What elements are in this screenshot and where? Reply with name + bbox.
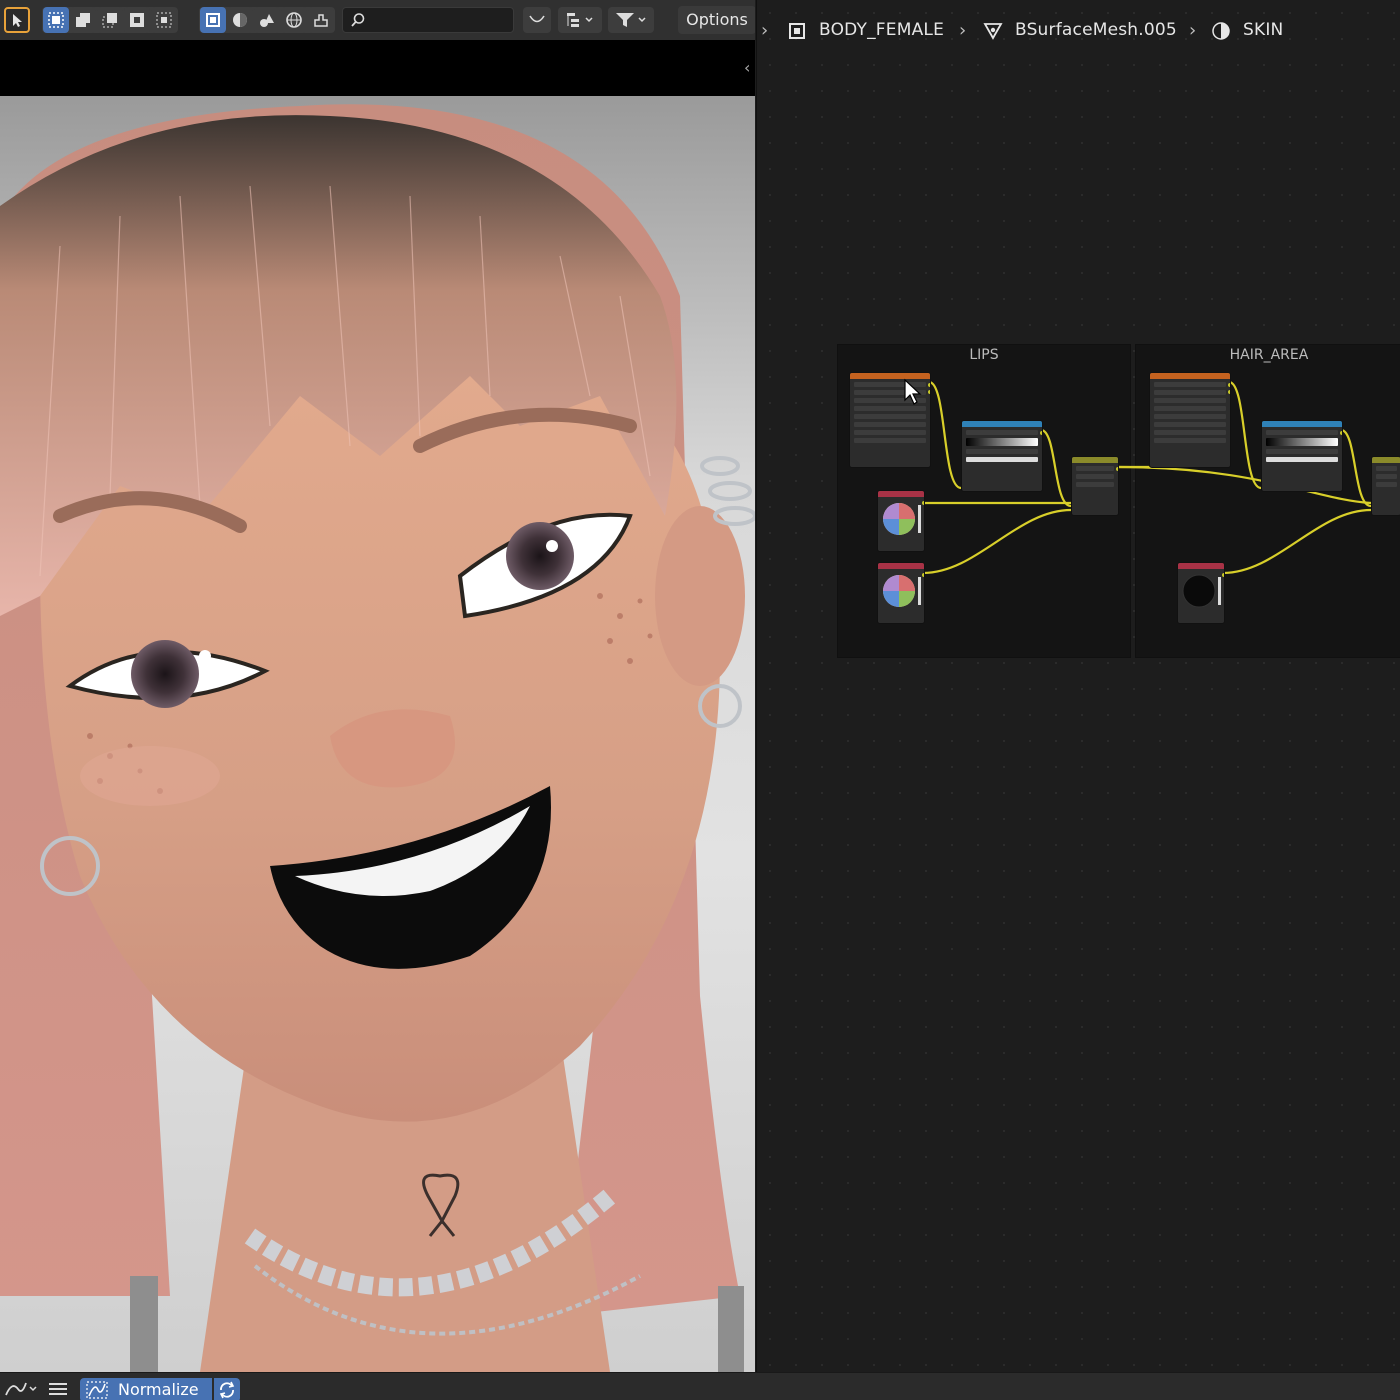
- shapes-icon: [260, 14, 274, 27]
- world-button[interactable]: [281, 7, 307, 33]
- select-invert-button[interactable]: [124, 7, 150, 33]
- image-texture-node-hair-area[interactable]: [1149, 372, 1231, 468]
- select-intersect-button[interactable]: [151, 7, 177, 33]
- search-icon: [351, 13, 365, 27]
- rgb-node-lips-hair[interactable]: [1177, 562, 1225, 624]
- select-extend-button[interactable]: [70, 7, 96, 33]
- select-tool-button[interactable]: [4, 7, 30, 33]
- square-select-icon: [206, 13, 220, 27]
- select-intersect-icon: [156, 12, 172, 28]
- hamburger-menu-icon[interactable]: [48, 1381, 68, 1397]
- modifier-button[interactable]: [308, 7, 334, 33]
- shader-node-editor[interactable]: › BODY_FEMALE › BSurfaceMesh.005 › SKIN …: [756, 0, 1400, 1372]
- chevron-left-icon[interactable]: ‹: [744, 58, 750, 77]
- search-input[interactable]: [371, 11, 513, 31]
- render-preview[interactable]: [0, 96, 755, 1372]
- rgb-node-lips[interactable]: [877, 562, 925, 624]
- select-extend-icon: [76, 13, 90, 27]
- curve-editor-icon[interactable]: [4, 1379, 40, 1399]
- curve-icon: [529, 15, 545, 23]
- display-mode-dropdown[interactable]: [558, 7, 602, 33]
- normalize-curve-icon: [86, 1381, 108, 1399]
- filter-sort-button[interactable]: [523, 7, 551, 33]
- globe-icon: [286, 12, 302, 28]
- mix-node-hair-area[interactable]: [1371, 456, 1400, 516]
- material-preview-button[interactable]: [227, 7, 253, 33]
- box-select-icon: [48, 12, 64, 28]
- character-render-image: [0, 104, 755, 1372]
- auto-normalize-toggle[interactable]: [214, 1378, 240, 1400]
- funnel-icon: [616, 13, 646, 27]
- mix-node-lips[interactable]: [1071, 456, 1119, 516]
- refresh-icon: [219, 1381, 235, 1399]
- mouse-cursor-icon: [904, 378, 922, 405]
- sphere-material-icon: [233, 13, 247, 27]
- outliner-hierarchy-icon: [567, 13, 593, 27]
- select-invert-icon: [130, 13, 144, 27]
- node-links: [922, 380, 1372, 575]
- color-ramp-node-hair-area[interactable]: [1261, 420, 1343, 492]
- select-subtract-icon: [102, 13, 117, 28]
- select-subtract-button[interactable]: [97, 7, 123, 33]
- 3d-viewport[interactable]: Options ‹: [0, 0, 755, 1372]
- link: [928, 380, 962, 490]
- solid-select-button[interactable]: [200, 7, 226, 33]
- color-wheel-icon: [883, 575, 921, 607]
- select-new-button[interactable]: [43, 7, 69, 33]
- status-bar: Normalize: [0, 1372, 1400, 1400]
- viewport-header: Options: [0, 0, 755, 41]
- outliner-search[interactable]: [342, 7, 514, 33]
- modifier-icon: [314, 14, 328, 27]
- color-ramp-node-lips[interactable]: [961, 420, 1043, 492]
- blender-window: Options ‹ › BODY_FEMALE › BSurfaceMesh.0…: [0, 0, 1400, 1400]
- shapes-button[interactable]: [254, 7, 280, 33]
- viewport-header-spacer: [0, 40, 755, 96]
- rgb-node-skin-color[interactable]: [877, 490, 925, 552]
- color-wheel-icon: [1182, 574, 1221, 608]
- options-button[interactable]: Options: [678, 6, 755, 34]
- cursor-arrow-icon: [13, 14, 22, 27]
- color-wheel-icon: [883, 503, 921, 535]
- filter-dropdown[interactable]: [608, 7, 654, 33]
